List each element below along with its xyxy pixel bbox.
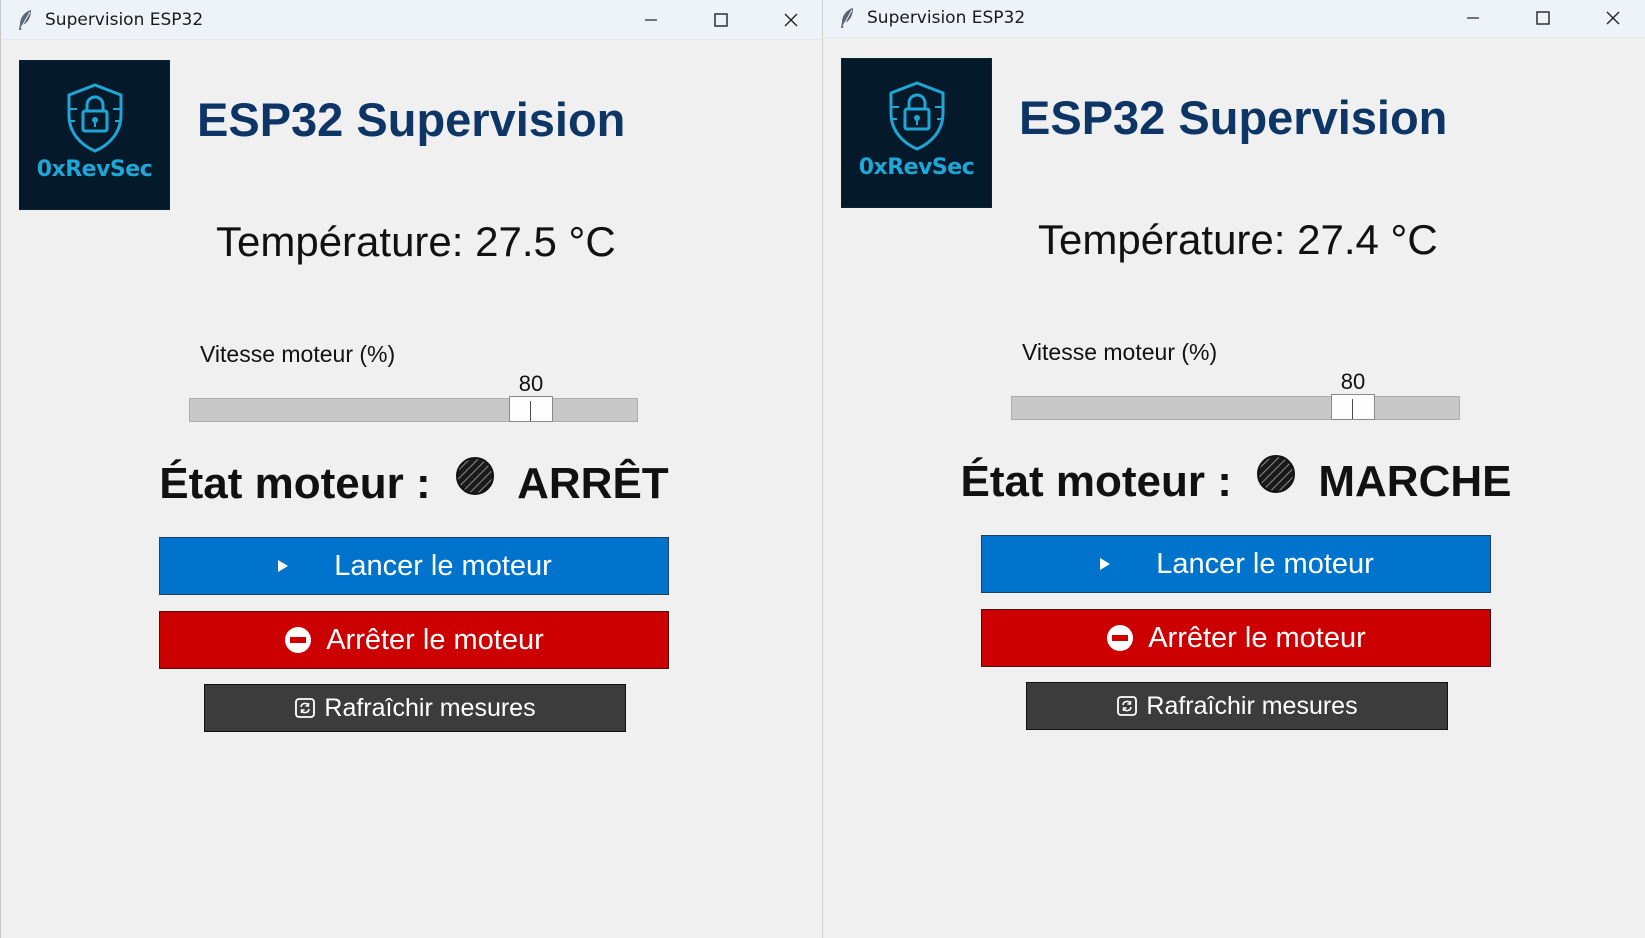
logo-text: 0xRevSec: [36, 157, 153, 182]
refresh-label: Rafraîchir mesures: [1146, 691, 1358, 720]
refresh-icon: [295, 698, 316, 718]
speed-slider-value: 80: [518, 371, 544, 396]
speed-slider-frame: Vitesse moteur (%) 80: [185, 334, 641, 462]
play-icon: [1100, 558, 1111, 570]
shield-lock-icon: [67, 83, 123, 153]
logo: 0xRevSec: [841, 58, 992, 208]
minimize-icon[interactable]: [1461, 6, 1485, 30]
window-right: Supervision ESP32 0xRevSec ESP32 Supervi…: [823, 0, 1645, 938]
speed-slider-label: Vitesse moteur (%): [200, 341, 396, 367]
speed-slider-thumb[interactable]: [509, 396, 553, 422]
window-content: 0xRevSec ESP32 Supervision Température: …: [1, 40, 822, 938]
stop-motor-label: Arrêter le moteur: [326, 623, 544, 656]
title-bar[interactable]: Supervision ESP32: [1, 0, 822, 40]
window-title: Supervision ESP32: [867, 8, 1026, 28]
feather-icon: [841, 8, 853, 28]
stop-motor-button[interactable]: Arrêter le moteur: [981, 609, 1491, 667]
start-motor-button[interactable]: Lancer le moteur: [159, 537, 669, 595]
app-title: ESP32 Supervision: [1019, 91, 1448, 144]
hatched-circle-icon: [1257, 455, 1296, 493]
start-motor-button[interactable]: Lancer le moteur: [981, 535, 1491, 593]
motor-state-label: État moteur :: [159, 459, 431, 509]
hatched-circle-icon: [455, 457, 494, 495]
refresh-button[interactable]: Rafraîchir mesures: [1026, 682, 1448, 730]
refresh-button[interactable]: Rafraîchir mesures: [204, 684, 626, 732]
minimize-icon[interactable]: [639, 8, 663, 32]
speed-slider-value: 80: [1340, 369, 1366, 394]
speed-slider-frame: Vitesse moteur (%) 80: [1007, 332, 1463, 460]
stop-motor-button[interactable]: Arrêter le moteur: [159, 611, 669, 669]
feather-icon: [19, 10, 31, 30]
close-icon[interactable]: [779, 8, 803, 32]
no-entry-icon: [1107, 625, 1134, 651]
app-title: ESP32 Supervision: [197, 93, 626, 146]
speed-slider-track[interactable]: [189, 398, 638, 422]
refresh-icon: [1117, 696, 1138, 716]
refresh-label: Rafraîchir mesures: [324, 693, 536, 722]
close-icon[interactable]: [1601, 6, 1625, 30]
window-left: Supervision ESP32 0xRevSec ESP32 Supervi…: [0, 0, 822, 938]
motor-state-label: État moteur :: [960, 457, 1232, 507]
start-motor-label: Lancer le moteur: [334, 549, 552, 582]
window-title: Supervision ESP32: [45, 10, 204, 30]
start-motor-label: Lancer le moteur: [1156, 547, 1374, 580]
stop-motor-label: Arrêter le moteur: [1148, 621, 1366, 654]
maximize-icon[interactable]: [709, 8, 733, 32]
play-icon: [278, 560, 289, 572]
motor-state-value: ARRÊT: [517, 459, 669, 509]
speed-slider-track[interactable]: [1011, 396, 1460, 420]
speed-slider-thumb[interactable]: [1331, 394, 1375, 420]
title-bar[interactable]: Supervision ESP32: [823, 0, 1645, 38]
maximize-icon[interactable]: [1531, 6, 1555, 30]
no-entry-icon: [285, 627, 312, 653]
shield-lock-icon: [889, 81, 945, 151]
logo: 0xRevSec: [19, 60, 170, 210]
logo-text: 0xRevSec: [858, 155, 975, 180]
motor-state: État moteur : MARCHE: [823, 454, 1645, 507]
motor-state: État moteur : ARRÊT: [1, 456, 822, 509]
window-content: 0xRevSec ESP32 Supervision Température: …: [823, 38, 1645, 936]
motor-state-value: MARCHE: [1318, 457, 1512, 507]
temperature-readout: Température: 27.4 °C: [1038, 216, 1438, 263]
speed-slider-label: Vitesse moteur (%): [1022, 339, 1218, 365]
temperature-readout: Température: 27.5 °C: [216, 218, 616, 265]
